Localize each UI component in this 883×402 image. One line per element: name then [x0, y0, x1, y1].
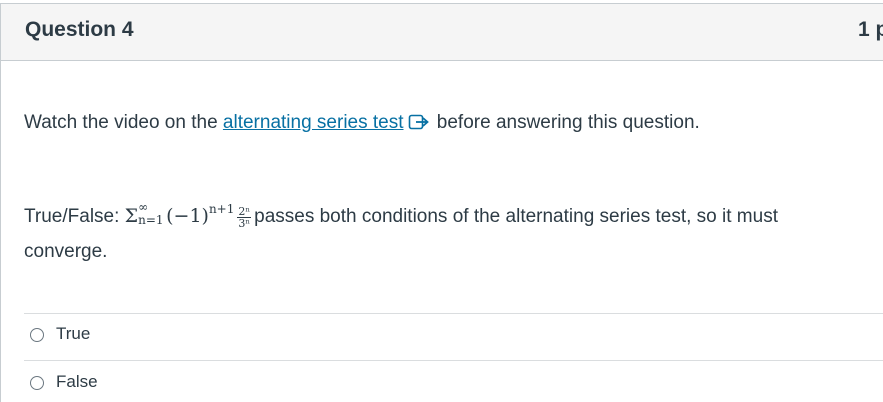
answer-divider — [24, 360, 883, 361]
question-header: Question 4 1 p — [1, 4, 883, 61]
question-statement: True/False: Σ ∞ n=1 (−1)n+1 2ⁿ 3ⁿ passes both … — [24, 200, 778, 230]
statement-continuation: converge. — [24, 241, 108, 262]
statement-prefix: True/False: — [24, 206, 125, 227]
series-expression: Σ ∞ n=1 (−1)n+1 2ⁿ 3ⁿ — [124, 200, 254, 230]
answer-true[interactable]: True — [30, 323, 330, 349]
term-exponent: n+1 — [208, 202, 235, 216]
alternating-series-test-link[interactable]: alternating series test — [223, 112, 404, 133]
answer-divider — [24, 313, 883, 314]
instruction-text: Watch the video on the alternating serie… — [24, 112, 700, 134]
radio-true[interactable] — [30, 328, 44, 342]
fraction: 2ⁿ 3ⁿ — [237, 204, 252, 230]
answer-false-label: False — [56, 372, 98, 391]
question-title: Question 4 — [25, 18, 134, 41]
instruction-prefix: Watch the video on the — [24, 112, 223, 133]
sum-upper-limit: ∞ — [138, 200, 149, 214]
instruction-suffix: before answering this question. — [431, 112, 700, 133]
external-link-icon[interactable] — [408, 113, 430, 131]
question-points: 1 p — [858, 18, 883, 41]
fraction-numerator: 2ⁿ — [237, 204, 252, 218]
fraction-denominator: 3ⁿ — [238, 216, 251, 230]
sigma-symbol: Σ — [124, 205, 139, 227]
sum-lower-limit: n=1 — [138, 213, 164, 227]
answer-true-label: True — [56, 324, 91, 343]
radio-false[interactable] — [30, 376, 44, 390]
alternating-term: (−1) — [166, 205, 209, 227]
statement-suffix: passes both conditions of the alternatin… — [254, 206, 778, 227]
answer-false[interactable]: False — [30, 371, 330, 397]
